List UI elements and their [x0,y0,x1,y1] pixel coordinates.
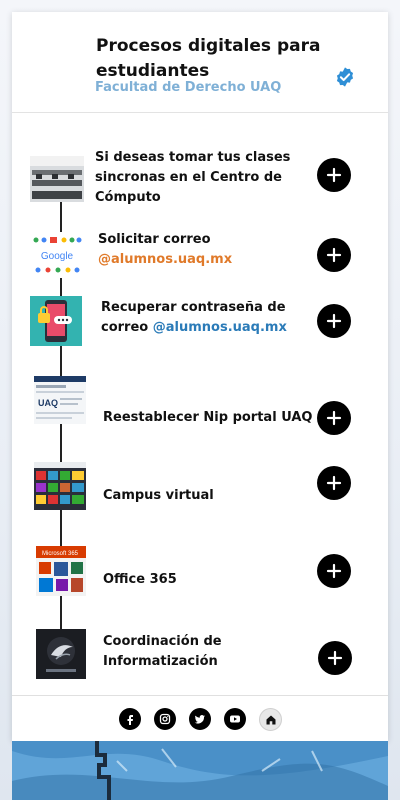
email-domain-accent: @alumnos.uaq.mx [152,320,287,335]
expand-button[interactable] [317,554,351,588]
plus-icon [326,475,342,491]
item-label: Solicitar correo @alumnos.uaq.mx [98,230,308,270]
item-label: Reestablecer Nip portal UAQ [103,410,313,425]
item-label: Recuperar contraseña de correo @alumnos.… [101,298,311,338]
campus-virtual-thumbnail [34,462,86,510]
page-subtitle: Facultad de Derecho UAQ [95,80,282,95]
plus-icon [327,650,343,666]
youtube-icon [230,715,240,723]
instagram-link[interactable] [154,708,176,730]
item-label: Coordinación de Informatización [103,634,222,669]
item-label-text: Solicitar correo [98,232,211,247]
svg-text:Google: Google [41,251,74,262]
google-apps-thumbnail: Google [30,232,84,278]
facebook-link[interactable] [119,708,141,730]
plus-icon [326,563,342,579]
plus-icon [326,167,342,183]
expand-button[interactable] [317,238,351,272]
page-title: Procesos digitales para estudiantes [96,36,321,81]
twitter-icon [194,715,205,724]
plus-icon [326,313,342,329]
profile-header: Procesos digitales para estudiantes Facu… [12,12,388,113]
instagram-icon [159,713,171,725]
plus-icon [326,247,342,263]
expand-button[interactable] [317,158,351,192]
expand-button[interactable] [317,304,351,338]
phone-lock-thumbnail [30,296,82,346]
item-label: Office 365 [103,572,177,587]
expand-button[interactable] [318,641,352,675]
expand-button[interactable] [317,401,351,435]
plus-icon [326,410,342,426]
office-365-thumbnail: Microsoft 365 [36,546,86,596]
youtube-link[interactable] [224,708,246,730]
facebook-icon [127,715,133,725]
verified-badge-icon [336,67,354,87]
hero-image [12,741,388,800]
home-link[interactable] [259,708,282,731]
twitter-link[interactable] [189,708,211,730]
item-label: Campus virtual [103,488,214,503]
informatizacion-thumbnail [36,629,86,679]
home-icon [266,715,275,724]
item-label: Si deseas tomar tus clases sincronas en … [95,150,291,205]
uaq-portal-thumbnail: UAQ [34,376,86,424]
expand-button[interactable] [317,466,351,500]
social-footer [12,695,388,742]
computer-lab-thumbnail [30,156,84,202]
svg-text:Microsoft 365: Microsoft 365 [42,551,79,557]
link-card: Procesos digitales para estudiantes Facu… [12,12,388,741]
svg-text:UAQ: UAQ [38,398,58,408]
email-domain-accent: @alumnos.uaq.mx [98,252,233,267]
